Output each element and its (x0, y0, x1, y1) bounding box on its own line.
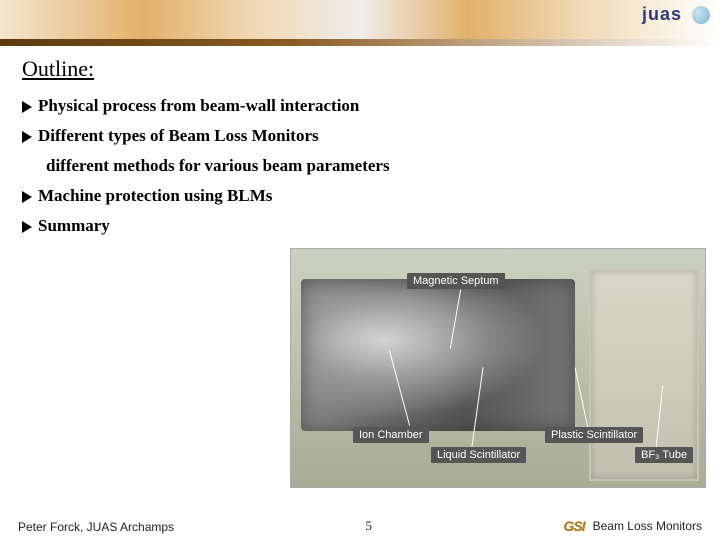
bullet-text: Summary (38, 216, 110, 236)
callout-lead (575, 368, 589, 429)
footer-author: Peter Forck, JUAS Archamps (18, 520, 174, 534)
bullet-text: Machine protection using BLMs (38, 186, 272, 206)
header-divider (0, 39, 720, 46)
label-liquid-scintillator: Liquid Scintillator (431, 447, 526, 463)
label-bf-tube: BF₃ Tube (635, 447, 693, 463)
bullet-text: Physical process from beam-wall interact… (38, 96, 359, 116)
chevron-right-icon (22, 191, 32, 203)
machinery-graphic (301, 279, 575, 431)
slide-header: juas (0, 0, 720, 46)
chevron-right-icon (22, 101, 32, 113)
footer-right-group: GSI Beam Loss Monitors (563, 518, 702, 534)
chevron-right-icon (22, 131, 32, 143)
bullet-text: Different types of Beam Loss Monitors (38, 126, 319, 146)
label-plastic-scintillator: Plastic Scintillator (545, 427, 643, 443)
footer-page-number: 5 (366, 518, 373, 534)
bullet-blm-types: Different types of Beam Loss Monitors (22, 126, 698, 146)
slide-content: Outline: Physical process from beam-wall… (0, 46, 720, 236)
gsi-logo: GSI (563, 518, 584, 534)
slide-footer: Peter Forck, JUAS Archamps 5 GSI Beam Lo… (0, 518, 720, 534)
footer-topic: Beam Loss Monitors (593, 519, 702, 533)
beamline-photo: Magnetic Septum Ion Chamber Liquid Scint… (290, 248, 706, 488)
bullet-machine-protection: Machine protection using BLMs (22, 186, 698, 206)
label-magnetic-septum: Magnetic Septum (407, 273, 505, 289)
bullet-physical-process: Physical process from beam-wall interact… (22, 96, 698, 116)
bullet-summary: Summary (22, 216, 698, 236)
chevron-right-icon (22, 221, 32, 233)
juas-logo-text: juas (642, 4, 682, 24)
outline-heading: Outline: (22, 56, 698, 82)
bullet-sub-methods: different methods for various beam param… (46, 156, 698, 176)
label-ion-chamber: Ion Chamber (353, 427, 429, 443)
globe-icon (692, 6, 710, 24)
juas-logo: juas (642, 4, 710, 25)
